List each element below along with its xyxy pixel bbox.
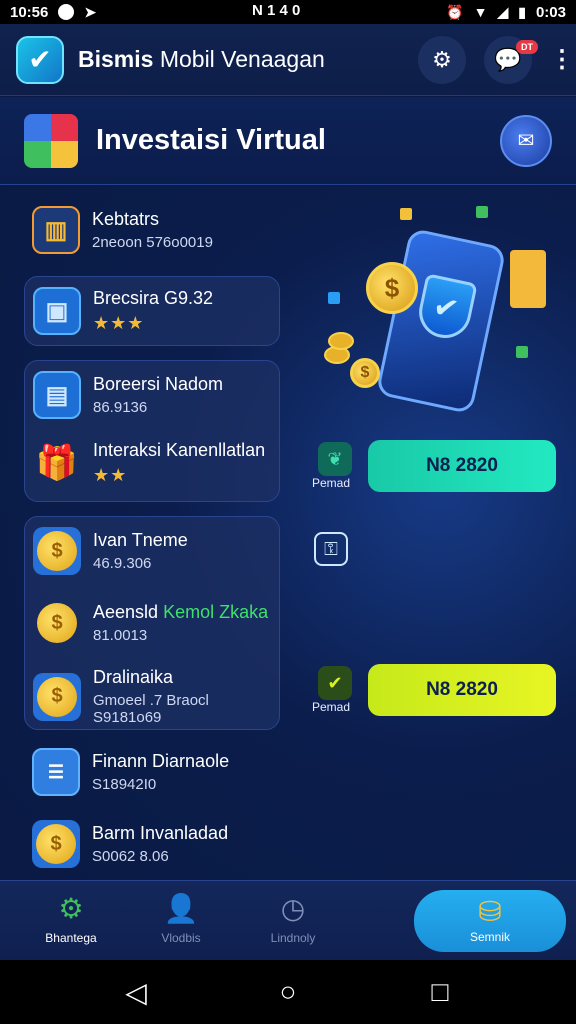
nav-active-item[interactable]: ⛁ Semnik	[414, 890, 566, 952]
app-bar: ✔ Bismis Mobil Venaagan ⚙ 💬 DT ⋮	[0, 24, 576, 96]
battery-icon: ▮	[518, 3, 526, 20]
cube-icon	[328, 292, 340, 304]
item-title: Finann Diarnaole	[92, 751, 230, 771]
list-item: 🎁 Interaksi Kanenllatlan ★★	[33, 439, 265, 487]
app-title-bold: Bismis	[78, 46, 154, 72]
section-title: Investaisi Virtual	[96, 124, 326, 156]
user-icon: 👤	[163, 893, 199, 924]
profile-badge-button[interactable]: ✉	[500, 114, 552, 167]
settings-button[interactable]: ⚙	[418, 35, 466, 84]
item-subtitle: S0062 8.06	[92, 848, 169, 865]
status-time: 10:56	[10, 3, 49, 21]
amount-button[interactable]: N8 2820	[368, 440, 556, 492]
bottom-navigation: ⚙ Bhantega 👤 Vlodbis ◷ Lindnoly ⛁ Semnik	[0, 880, 576, 960]
rating-stars: ★★★	[93, 313, 145, 333]
item-title: Brecsira G9.32	[93, 288, 214, 308]
list-item: $ Aeensld Kemol Zkaka 81.0013	[33, 599, 268, 647]
gift-box-icon: 🎁	[35, 444, 79, 482]
nav-history[interactable]: ◷ Lindnoly	[238, 891, 348, 945]
list-item[interactable]: ☰ Finann Diarnaole S18942I0	[32, 748, 229, 796]
app-logo-check-icon: ✔	[16, 35, 64, 84]
recents-icon[interactable]: □	[416, 976, 464, 1008]
list-item: $ Ivan Tneme 46.9.306	[33, 527, 188, 575]
invoice-icon: ☰	[32, 748, 80, 796]
leaf-icon: ❦	[318, 442, 352, 476]
item-title: Barm Invanladad	[92, 823, 229, 843]
dollar-coin-icon: $	[350, 358, 380, 388]
check-badge-icon: ✔	[318, 666, 352, 700]
app-title-rest: Mobil Venaagan	[159, 46, 325, 72]
nav-label: Bhantega	[45, 931, 97, 945]
section-header: Investaisi Virtual ✉	[0, 97, 576, 185]
send-icon: ➤	[84, 3, 97, 20]
alarm-icon: ⏰	[446, 3, 464, 20]
document-icon: ▤	[33, 371, 81, 419]
cube-icon	[476, 206, 488, 218]
coin-icon: $	[33, 599, 81, 647]
coin-icon: $	[33, 527, 81, 575]
amount-button[interactable]: N8 2820	[368, 664, 556, 716]
item-subtitle: 86.9136	[93, 399, 148, 416]
item-title: Kebtatrs	[92, 209, 160, 229]
item-title: Interaksi Kanenllatlan	[93, 440, 266, 460]
main-content: ▥ Kebtatrs 2neoon 576o0019 ▣ Brecsira G9…	[0, 186, 576, 880]
nav-home[interactable]: ⚙ Bhantega	[16, 891, 126, 945]
status-notification-icon	[58, 4, 75, 20]
wifi-icon: ▼	[473, 4, 488, 20]
gear-icon: ⚙	[432, 46, 452, 72]
nav-label: Lindnoly	[270, 931, 316, 945]
item-subtitle: Gmoeel .7 Braocl S9181o69	[93, 692, 209, 726]
phone-shield-illustration: ✔ $ $	[320, 206, 560, 426]
coin-stack-icon	[328, 332, 354, 350]
investment-card[interactable]: ▤ Boreersi Nadom 86.9136 🎁 Interaksi Kan…	[24, 360, 280, 502]
app-title: Bismis Mobil Venaagan	[78, 46, 325, 73]
list-item: $ Dralinaika Gmoeel .7 Braocl S9181o69	[33, 667, 279, 726]
list-item[interactable]: ▥ Kebtatrs 2neoon 576o0019	[32, 206, 213, 254]
home-icon[interactable]: ○	[264, 976, 312, 1008]
item-title: Dralinaika	[93, 667, 174, 687]
dollar-coin-icon: $	[366, 262, 418, 314]
item-subtitle: 2neoon 576o0019	[92, 234, 213, 251]
clock-icon: ◷	[280, 893, 306, 924]
status-bar: 10:56 ➤ N 1 4 0 ⏰ ▼ ◢ ▮ 0:03	[0, 0, 576, 24]
cta-label: Pemad	[312, 700, 351, 714]
item-subtitle: 46.9.306	[93, 555, 152, 572]
key-icon: ⚿	[314, 532, 348, 566]
item-title: Ivan Tneme	[93, 530, 188, 550]
list-item: ▣ Brecsira G9.32 ★★★	[33, 287, 213, 335]
list-item: ▤ Boreersi Nadom 86.9136	[33, 371, 223, 419]
signal-icon: ◢	[497, 3, 509, 20]
nav-profile[interactable]: 👤 Vlodbis	[126, 891, 236, 945]
coin-icon: $	[32, 820, 80, 868]
envelope-icon: ✉	[517, 130, 535, 152]
investment-card[interactable]: $ Ivan Tneme 46.9.306 $ Aeensld Kemol Zk…	[24, 516, 280, 730]
cta-label: Pemad	[312, 476, 351, 490]
cube-icon	[400, 208, 412, 220]
system-navigation-bar: ◁ ○ □	[0, 960, 576, 1024]
status-center-text: N 1 4 0	[252, 2, 301, 19]
notification-badge: DT	[516, 39, 538, 54]
gear-icon: ⚙	[58, 893, 84, 924]
cube-icon	[516, 346, 528, 358]
coin-stack-icon: ⛁	[478, 896, 502, 927]
nav-label: Vlodbis	[161, 931, 201, 945]
investment-card[interactable]: ▣ Brecsira G9.32 ★★★	[24, 276, 280, 346]
back-icon[interactable]: ◁	[112, 976, 160, 1009]
more-menu-icon[interactable]: ⋮	[550, 45, 574, 74]
nav-label: Semnik	[469, 930, 510, 944]
item-title: Aeensld	[93, 602, 159, 622]
item-subtitle: 81.0013	[93, 627, 148, 644]
rating-stars: ★★	[93, 465, 128, 485]
list-item[interactable]: $ Barm Invanladad S0062 8.06	[32, 820, 228, 868]
status-clock: 0:03	[535, 3, 566, 21]
item-subtitle: S18942I0	[92, 776, 157, 793]
cube-logo-icon	[24, 113, 78, 168]
item-title-highlight: Kemol Zkaka	[163, 602, 269, 622]
wallet-icon: ▣	[33, 287, 81, 335]
coin-icon: $	[33, 672, 81, 721]
bar-chart-icon: ▥	[32, 206, 80, 254]
item-title: Boreersi Nadom	[93, 374, 224, 394]
receipt-icon	[510, 250, 546, 308]
notifications-button[interactable]: 💬 DT	[484, 35, 538, 84]
